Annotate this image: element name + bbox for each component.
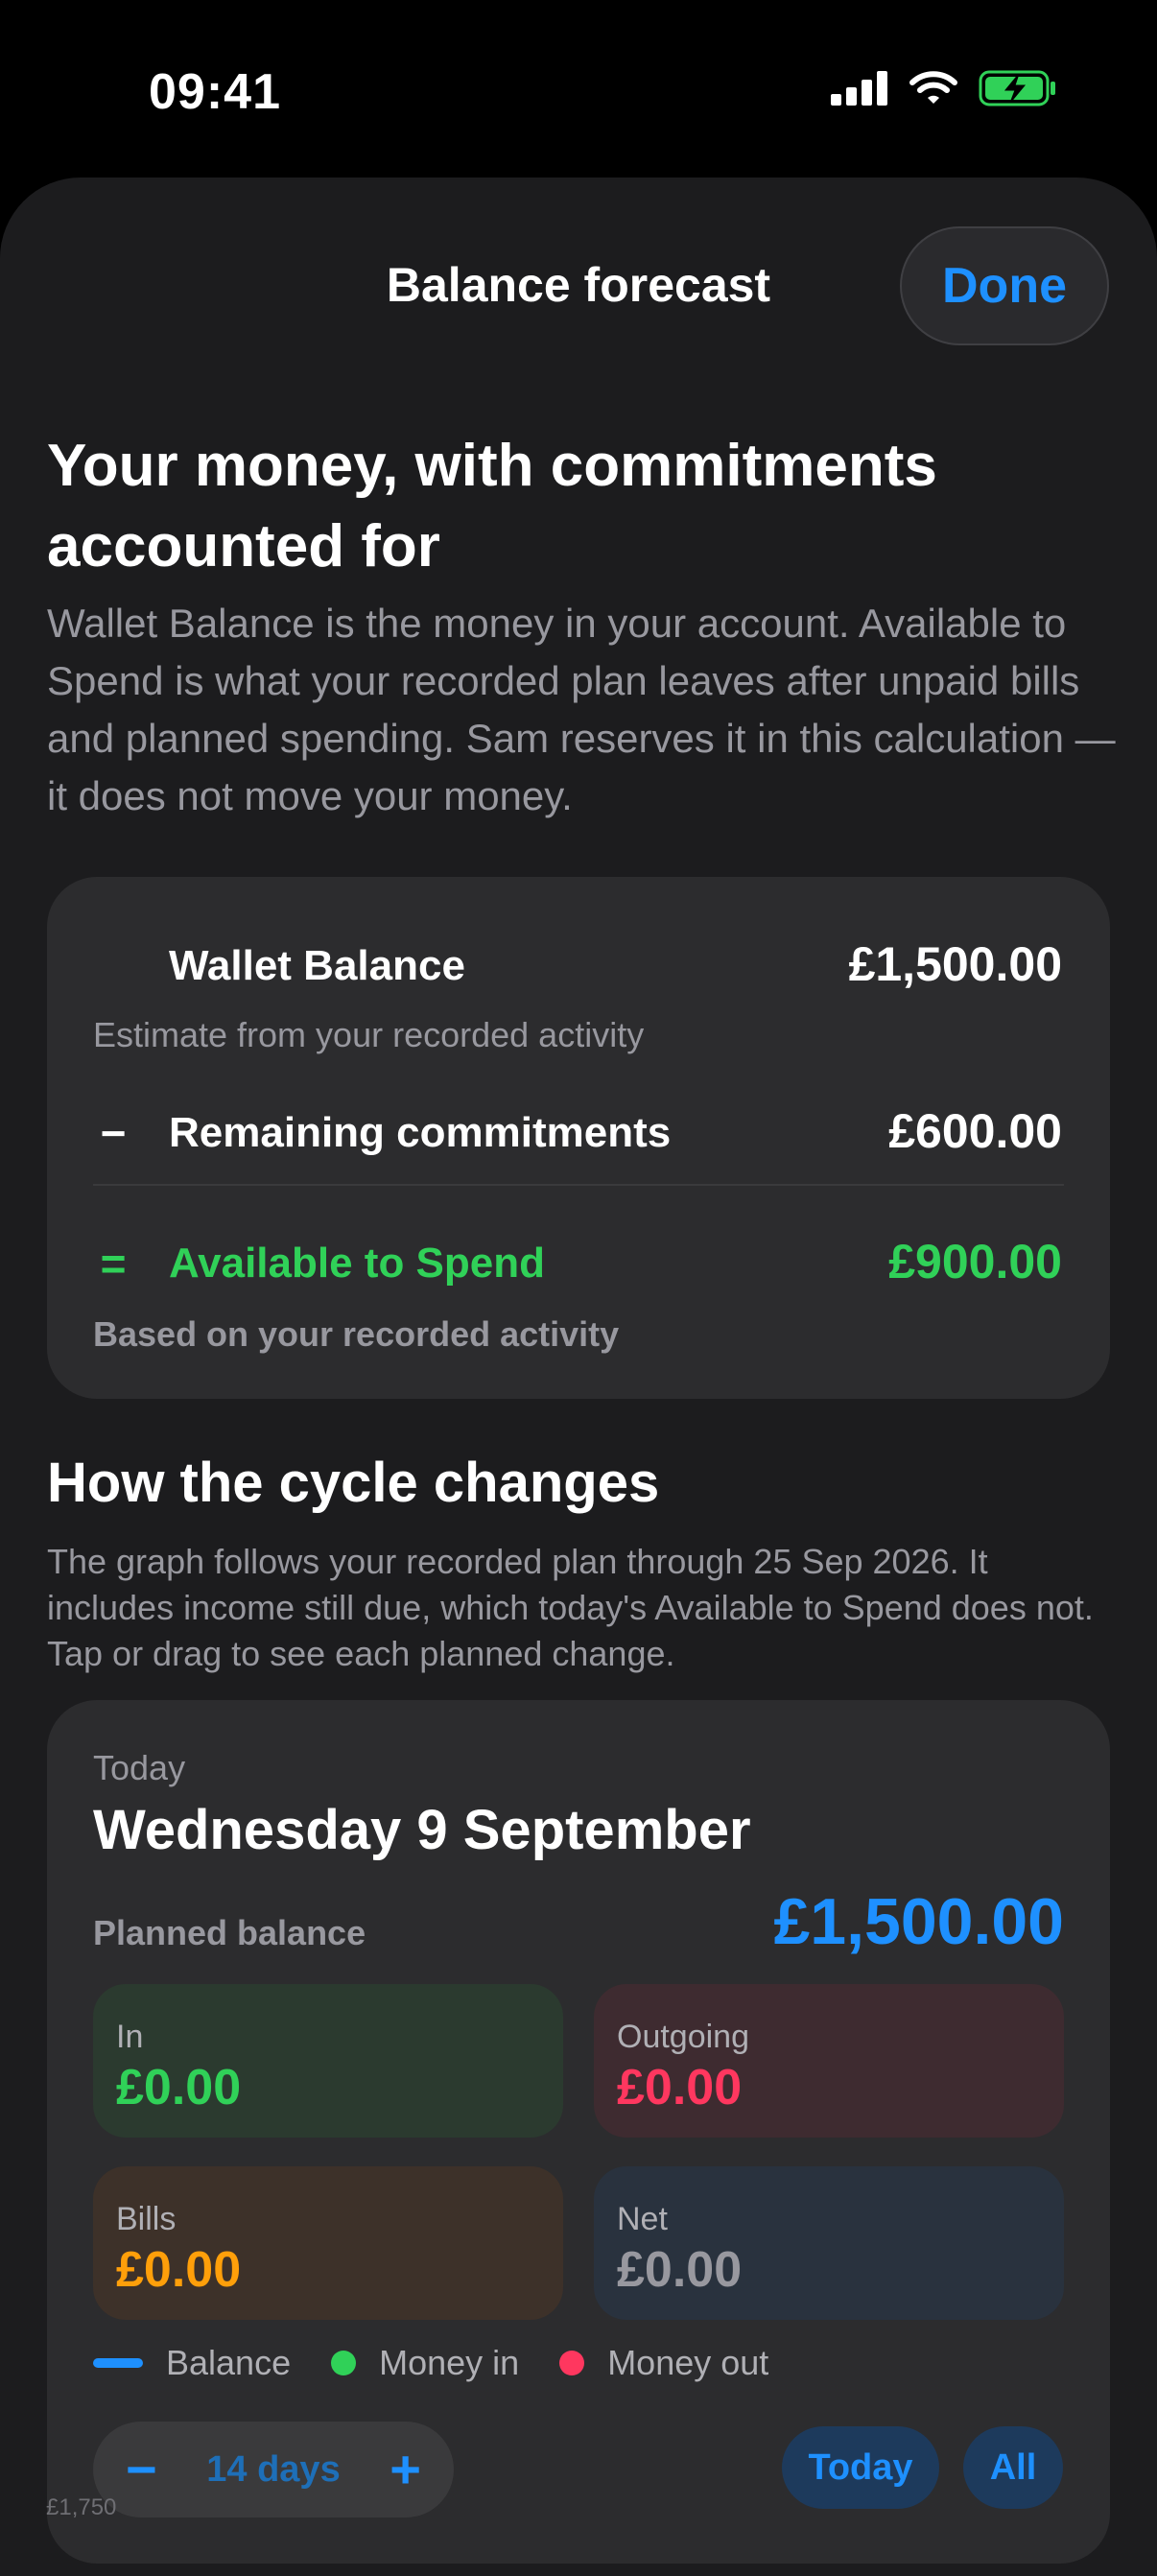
tile-outgoing-value: £0.00: [617, 2060, 743, 2115]
range-stepper: − 14 days +: [93, 2422, 454, 2517]
wallet-balance-note: Estimate from your recorded activity: [93, 1015, 645, 1054]
planned-balance-label: Planned balance: [93, 1913, 366, 1952]
minus-symbol: −: [100, 1108, 127, 1158]
tile-bills: Bills £0.00: [93, 2166, 563, 2320]
legend-balance: Balance: [93, 2343, 291, 2383]
planned-balance-value: £1,500.00: [773, 1885, 1064, 1958]
decrease-range-button[interactable]: −: [126, 2443, 157, 2496]
today-button[interactable]: Today: [782, 2426, 939, 2509]
intro-heading: Your money, with commitments accounted f…: [47, 433, 937, 579]
intro-body: Wallet Balance is the money in your acco…: [47, 601, 1116, 818]
available-value: £900.00: [888, 1235, 1062, 1288]
tile-bills-value: £0.00: [116, 2242, 242, 2298]
tile-net: Net £0.00: [594, 2166, 1064, 2320]
equals-symbol: =: [100, 1239, 127, 1288]
available-label: Available to Spend: [169, 1240, 546, 1287]
tile-in-value: £0.00: [116, 2060, 242, 2115]
chart-axis-peek: £1,750: [46, 2494, 117, 2520]
legend-money-in-label: Money in: [379, 2343, 520, 2382]
commitments-label: Remaining commitments: [169, 1109, 672, 1156]
today-label: Today: [93, 1748, 186, 1787]
legend-money-in: Money in: [331, 2343, 519, 2383]
all-button[interactable]: All: [963, 2426, 1063, 2509]
done-button[interactable]: Done: [900, 226, 1109, 345]
tile-in: In £0.00: [93, 1984, 563, 2138]
wallet-balance-label: Wallet Balance: [169, 942, 465, 989]
balance-summary-card: Wallet Balance £1,500.00 Estimate from y…: [47, 877, 1110, 1399]
money-in-dot: [331, 2351, 357, 2375]
status-time: 09:41: [149, 64, 281, 120]
selected-date: Wednesday 9 September: [93, 1799, 751, 1861]
commitments-value: £600.00: [888, 1104, 1062, 1158]
range-label: 14 days: [206, 2448, 341, 2490]
summary-divider: [93, 1184, 1064, 1186]
battery-charging-icon: [979, 70, 1055, 106]
forecast-card[interactable]: Today Wednesday 9 September Planned bala…: [47, 1700, 1110, 2564]
status-icons: [831, 69, 1057, 107]
increase-range-button[interactable]: +: [390, 2443, 421, 2496]
tile-outgoing: Outgoing £0.00: [594, 1984, 1064, 2138]
legend-balance-label: Balance: [166, 2343, 292, 2382]
tile-outgoing-label: Outgoing: [617, 2019, 749, 2055]
tile-net-value: £0.00: [617, 2242, 743, 2298]
wallet-balance-value: £1,500.00: [848, 937, 1062, 991]
cellular-signal-icon: [831, 71, 887, 106]
legend-money-out-label: Money out: [607, 2343, 769, 2382]
status-bar: 09:41: [0, 0, 1157, 182]
balance-line-swatch: [93, 2358, 143, 2368]
cycle-heading: How the cycle changes: [47, 1452, 660, 1514]
tile-bills-label: Bills: [116, 2201, 177, 2237]
tile-in-label: In: [116, 2019, 144, 2055]
wifi-icon: [909, 71, 957, 104]
available-note: Based on your recorded activity: [93, 1314, 620, 1354]
tile-net-label: Net: [617, 2201, 668, 2237]
money-out-dot: [559, 2351, 585, 2375]
chart-legend: Balance Money in Money out: [93, 2343, 809, 2383]
legend-money-out: Money out: [559, 2343, 768, 2383]
cycle-description: The graph follows your recorded plan thr…: [47, 1542, 1094, 1673]
